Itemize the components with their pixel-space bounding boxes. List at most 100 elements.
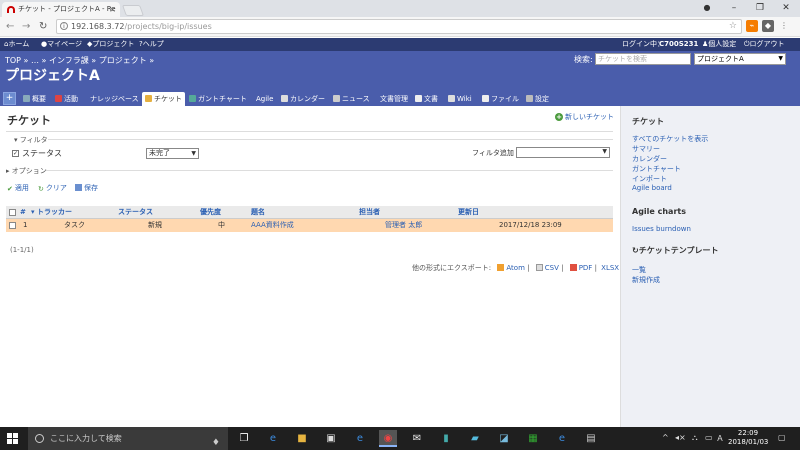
close-tab-icon[interactable]: × <box>109 2 116 17</box>
tab-activity[interactable]: 活動 <box>55 92 78 106</box>
internet-explorer-icon[interactable]: e <box>351 430 369 447</box>
my-account-link[interactable]: ♟ 個人設定 <box>702 38 736 51</box>
table-row[interactable]: 1 タスク 新規 中 AAA資料作成 管理者 太郎 2017/12/18 23:… <box>6 219 613 232</box>
windows-start-icon[interactable] <box>7 433 19 445</box>
project-jump-select[interactable]: プロジェクトA ▼ <box>694 53 786 65</box>
save-query-button[interactable]: 保存 <box>75 183 98 193</box>
sidebar-link-burndown[interactable]: Issues burndown <box>632 225 691 233</box>
apply-button[interactable]: ✔ 適用 <box>7 183 29 193</box>
back-icon[interactable]: ← <box>6 20 14 34</box>
row-checkbox[interactable] <box>9 222 16 229</box>
sidebar-link-all-issues[interactable]: すべてのチケットを表示 <box>632 134 708 144</box>
column-id[interactable]: # <box>20 206 26 219</box>
current-user[interactable]: C700S231 <box>659 38 698 51</box>
status-checkbox[interactable]: ✓ <box>12 150 19 157</box>
sidebar-link-agile-board[interactable]: Agile board <box>632 184 672 192</box>
options-legend[interactable]: ▸ オプション <box>6 166 47 176</box>
internet-explorer-icon[interactable]: e <box>553 430 571 447</box>
ime-icon[interactable]: Ａ <box>716 433 724 444</box>
filter-add-select[interactable]: ▼ <box>516 147 610 158</box>
store-icon[interactable]: ▣ <box>322 430 340 447</box>
tab-wiki[interactable]: Wiki <box>448 92 472 106</box>
issue-assignee-link[interactable]: 管理者 太郎 <box>385 219 422 232</box>
task-view-icon[interactable]: ❐ <box>235 430 253 447</box>
tab-knowledge[interactable]: ナレッジベース <box>90 92 139 106</box>
help-link[interactable]: ? ヘルプ <box>139 38 164 51</box>
tab-docs[interactable]: 文書 <box>415 92 438 106</box>
tab-agile[interactable]: Agile <box>256 92 273 106</box>
issue-subject-link[interactable]: AAA資料作成 <box>251 219 294 232</box>
file-explorer-icon[interactable]: ■ <box>293 430 311 447</box>
network-icon[interactable]: ⛬ <box>692 433 698 443</box>
search-input[interactable]: チケットを検索 <box>595 53 691 65</box>
sidebar-link-summary[interactable]: サマリー <box>632 144 660 154</box>
taskbar-clock[interactable]: 22:09 2018/01/03 <box>728 429 768 447</box>
volume-icon[interactable]: ◂× <box>675 433 686 442</box>
info-icon[interactable]: i <box>60 22 68 30</box>
edge-icon[interactable]: e <box>264 430 282 447</box>
sidebar-link-template-list[interactable]: 一覧 <box>632 265 646 275</box>
close-window-icon[interactable]: ✕ <box>774 0 798 17</box>
tab-documents[interactable]: 文書管理 <box>380 92 408 106</box>
clear-button[interactable]: ↻ クリア <box>38 183 67 193</box>
sidebar-link-template-new[interactable]: 新規作成 <box>632 275 660 285</box>
minimize-icon[interactable]: – <box>722 0 746 17</box>
extension-icon[interactable]: ◆ <box>762 20 774 32</box>
issue-id[interactable]: 1 <box>23 219 27 232</box>
forward-icon[interactable]: → <box>22 20 30 34</box>
tab-files[interactable]: ファイル <box>482 92 519 106</box>
profile-icon[interactable]: ● <box>695 0 719 17</box>
app-icon[interactable]: ◪ <box>495 430 513 447</box>
tab-gantt[interactable]: ガントチャート <box>189 92 247 106</box>
address-bar[interactable]: i 192.168.3.72/projects/big-ip/issues ☆ <box>56 19 742 34</box>
new-tab-button[interactable] <box>121 5 145 16</box>
column-assignee[interactable]: 担当者 <box>359 206 380 219</box>
logout-link[interactable]: ⏻ ログアウト <box>744 38 785 51</box>
new-issue-link[interactable]: + 新しいチケット <box>555 112 614 122</box>
reload-icon[interactable]: ↻ <box>39 20 47 34</box>
chrome-icon[interactable]: ◉ <box>379 430 397 447</box>
tab-settings[interactable]: 設定 <box>526 92 549 106</box>
tab-news[interactable]: ニュース <box>333 92 370 106</box>
page-header: TOP » … » インフラ課 » プロジェクト » プロジェクトA 検索: チ… <box>0 51 800 92</box>
export-xlsx-link[interactable]: XLSX <box>601 264 619 272</box>
battery-icon[interactable]: ▭ <box>705 433 713 442</box>
taskbar-search-box[interactable]: ここに入力して検索 ♦ <box>28 427 228 450</box>
column-updated[interactable]: 更新日 <box>458 206 479 219</box>
tab-issues[interactable]: チケット <box>142 92 185 106</box>
bookmark-star-icon[interactable]: ☆ <box>729 20 737 33</box>
filter-legend[interactable]: ▾ フィルタ <box>14 135 48 145</box>
app-icon[interactable]: ▮ <box>437 430 455 447</box>
export-pdf-link[interactable]: PDF <box>579 264 593 272</box>
notification-icon[interactable]: ▢ <box>778 433 786 442</box>
app-icon[interactable]: ▰ <box>466 430 484 447</box>
document-icon <box>415 95 422 102</box>
column-status[interactable]: ステータス <box>118 206 153 219</box>
sidebar-link-gantt[interactable]: ガントチャート <box>632 164 681 174</box>
projects-link[interactable]: ◆ プロジェクト <box>87 38 134 51</box>
tab-overview[interactable]: 概要 <box>23 92 46 106</box>
new-object-button[interactable]: + <box>3 92 16 105</box>
menu-icon[interactable]: ⋮ <box>778 20 790 32</box>
microphone-icon[interactable]: ♦ <box>212 432 220 455</box>
rss-extension-icon[interactable]: ⌁ <box>746 20 758 32</box>
sidebar-link-calendar[interactable]: カレンダー <box>632 154 667 164</box>
tab-calendar[interactable]: カレンダー <box>281 92 325 106</box>
tray-chevron-icon[interactable]: ^ <box>662 433 669 442</box>
home-link[interactable]: ⌂ ホーム <box>4 38 29 51</box>
column-priority[interactable]: 優先度 <box>200 206 221 219</box>
column-subject[interactable]: 題名 <box>251 206 265 219</box>
mypage-link[interactable]: ● マイページ <box>41 38 82 51</box>
sidebar-link-import[interactable]: インポート <box>632 174 667 184</box>
export-atom-link[interactable]: Atom <box>506 264 525 272</box>
restore-icon[interactable]: ❐ <box>748 0 772 17</box>
browser-tab[interactable]: チケット - プロジェクトA - Re × <box>2 2 120 17</box>
excel-icon[interactable]: ▦ <box>524 430 542 447</box>
mail-icon[interactable]: ✉ <box>408 430 426 447</box>
select-all-checkbox[interactable] <box>9 209 16 216</box>
app-icon[interactable]: ▤ <box>582 430 600 447</box>
export-csv-link[interactable]: CSV <box>545 264 559 272</box>
status-operator-select[interactable]: 未完了 ▼ <box>146 148 199 159</box>
main-menu: + 概要 活動 ナレッジベース チケット ガントチャート Agile カレンダー… <box>0 92 800 106</box>
column-tracker[interactable]: トラッカー <box>37 206 72 219</box>
